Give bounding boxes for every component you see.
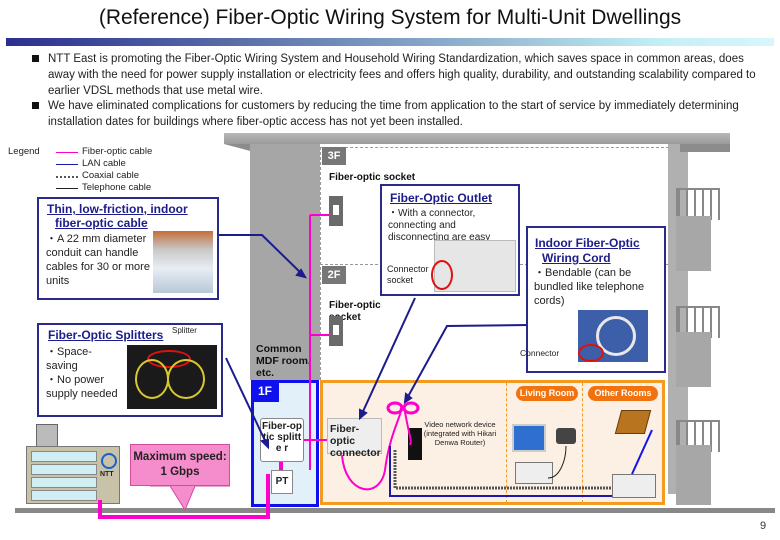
legend-label-lan: LAN cable	[82, 158, 126, 169]
legend-swatch-lan	[56, 164, 78, 165]
outlet-box-text: ・With a connector, connecting and discon…	[388, 208, 491, 243]
arrow-head	[359, 408, 368, 421]
cord-box-title-2: Wiring Cord	[542, 251, 611, 265]
cable-info-box: Thin, low-friction, indoor fiber-optic c…	[37, 197, 219, 300]
cord-connector-highlight	[578, 344, 604, 362]
page-number: 9	[760, 520, 767, 532]
legend-row-lan: LAN cable	[8, 158, 126, 170]
cable-box-title-2: fiber-optic cable	[55, 216, 148, 230]
pointer-cable-box	[216, 234, 306, 278]
legend-swatch-fiber	[56, 152, 78, 153]
legend-title: Legend	[8, 146, 40, 157]
telephone-line	[547, 445, 567, 479]
splitters-text-2: ・No power supply needed	[46, 374, 118, 400]
legend-swatch-telephone	[56, 188, 78, 189]
cable-photo	[153, 231, 213, 293]
splitters-text-1: ・Space-saving	[46, 346, 92, 372]
coax-cables	[393, 450, 612, 490]
legend-label-fiber: Fiber-optic cable	[82, 146, 153, 157]
splitters-box-title: Fiber-Optic Splitters	[48, 328, 164, 342]
legend-row-coax: Coaxial cable	[8, 170, 139, 182]
legend-swatch-coax	[56, 176, 78, 178]
lan-cables	[389, 429, 653, 497]
cable-box-title-1: Thin, low-friction, indoor	[47, 202, 188, 216]
connector-socket-label-2: socket	[387, 275, 414, 285]
cord-info-box: Indoor Fiber-Optic Wiring Cord ・Bendable…	[520, 226, 666, 373]
telephone-cables	[547, 445, 567, 479]
fiber-indoor-cord	[341, 407, 402, 491]
cable-box-text: ・A 22 mm diameter conduit can handle cab…	[46, 233, 150, 287]
fiber-loop	[167, 359, 205, 399]
splitters-info-box: Fiber-Optic Splitters Splitter ・Space-sa…	[37, 323, 223, 417]
coax-main	[393, 450, 612, 490]
coil-right	[402, 401, 420, 415]
splitter-photo	[127, 345, 217, 409]
legend-row-fiber: Legend Fiber-optic cable	[8, 146, 152, 158]
connector-socket-label-1: Connector	[387, 264, 429, 274]
outlet-photo-label: Connector socket	[387, 264, 429, 286]
speed-callout-tail	[150, 485, 230, 512]
cord-connector-label: Connector	[520, 348, 560, 358]
outlet-info-box: Fiber-Optic Outlet ・With a connector, co…	[380, 184, 520, 296]
outlet-box-title: Fiber-Optic Outlet	[390, 191, 492, 205]
connector-highlight-circle	[431, 260, 453, 290]
cord-box-text: ・Bendable (can be bundled like telephone…	[534, 267, 645, 307]
legend-row-telephone: Telephone cable	[8, 182, 151, 194]
cord-box-title-1: Indoor Fiber-Optic	[535, 236, 640, 250]
coil-left	[386, 401, 404, 415]
pointer-splitter-box	[225, 357, 269, 448]
pointer-cord-box	[404, 324, 531, 403]
legend-label-coax: Coaxial cable	[82, 170, 140, 181]
fiber-to-device	[404, 411, 412, 446]
legend: Legend Fiber-optic cable LAN cable Coaxi…	[8, 146, 152, 194]
arrow-head	[403, 392, 413, 405]
arrow-head	[259, 438, 269, 450]
legend-label-telephone: Telephone cable	[82, 182, 152, 193]
lan-laptop	[631, 429, 653, 475]
cord-photo	[578, 310, 648, 362]
fiber-loop	[135, 359, 169, 399]
pink-coil	[386, 401, 420, 415]
splitter-photo-label: Splitter	[172, 326, 197, 335]
